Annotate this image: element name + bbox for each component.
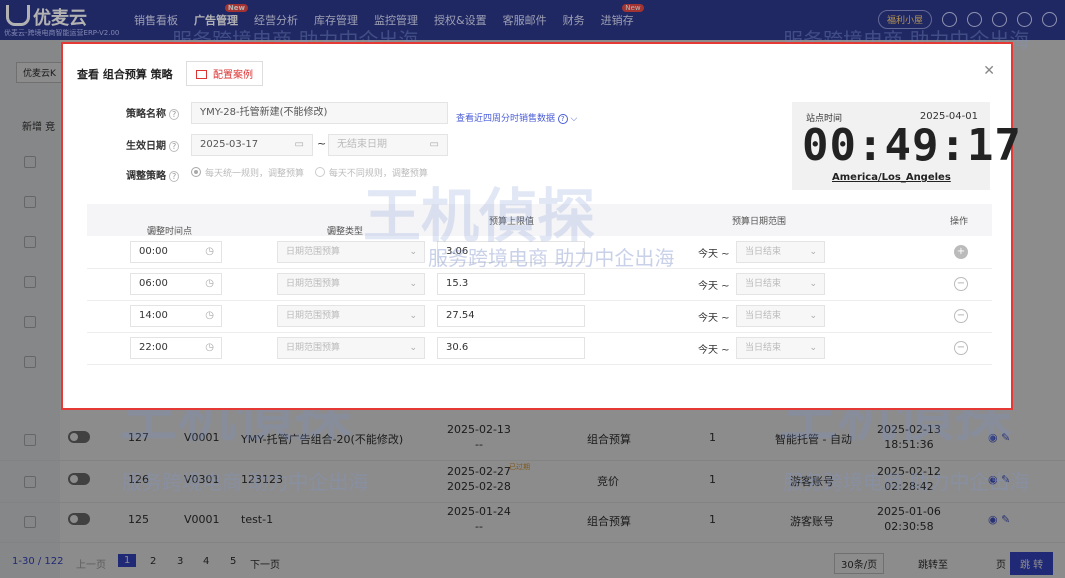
range-end-value: 当日结束 [745, 247, 782, 257]
remove-row-icon[interactable]: − [954, 277, 968, 291]
rule-label: 调整策略? [126, 167, 180, 182]
clock-icon: ◷ [205, 310, 214, 321]
help-icon[interactable]: ? [169, 171, 180, 182]
clock-icon: ◷ [205, 246, 214, 257]
time-value: 22:00 [139, 342, 168, 353]
remove-row-icon[interactable]: − [954, 341, 968, 355]
time-picker[interactable]: 06:00 ◷ [130, 273, 222, 295]
type-select[interactable]: 日期范围预算 ⌄ [277, 337, 425, 359]
range-start-text: 今天 [698, 345, 718, 356]
range-start: 今天 ~ [698, 281, 730, 292]
radio-checked-icon [191, 167, 201, 177]
sales-data-link[interactable]: 查看近四周分时销售数据 ? ⌵ [456, 111, 577, 124]
range-start: 今天 ~ [698, 313, 730, 324]
add-row-icon[interactable]: + [954, 245, 968, 259]
time-picker[interactable]: 00:00 ◷ [130, 241, 222, 263]
range-end-value: 当日结束 [745, 343, 782, 353]
config-case-button[interactable]: 配置案例 [186, 61, 263, 86]
rule-label-text: 调整策略 [126, 171, 166, 182]
type-select[interactable]: 日期范围预算 ⌄ [277, 273, 425, 295]
budget-input[interactable]: 27.54 [437, 305, 585, 327]
date-label: 生效日期? [126, 137, 180, 152]
sales-data-link-text: 查看近四周分时销售数据 [456, 114, 556, 124]
strategy-modal: 查看 组合预算 策略 配置案例 ✕ 策略名称? YMY-28-托管新建(不能修改… [61, 42, 1021, 410]
time-picker[interactable]: 14:00 ◷ [130, 305, 222, 327]
time-value: 06:00 [139, 278, 168, 289]
budget-input[interactable]: 15.3 [437, 273, 585, 295]
rule-option-uniform[interactable]: 每天统一规则，调整预算 [191, 167, 305, 179]
name-label: 策略名称? [126, 105, 180, 120]
header-action: 操作 [950, 217, 969, 227]
chevron-down-icon: ⌄ [809, 279, 817, 289]
rule-option-different[interactable]: 每天不同规则，调整预算 [314, 167, 428, 179]
type-value: 日期范围预算 [286, 279, 341, 289]
range-start-text: 今天 [698, 281, 718, 292]
chevron-down-icon: ⌄ [409, 247, 417, 257]
schedule-row: 22:00 ◷ 日期范围预算 ⌄ 30.6 今天 ~ 当日结束 ⌄ − [87, 332, 992, 365]
chevron-down-icon: ⌄ [409, 343, 417, 353]
help-icon[interactable]: ? [169, 109, 180, 120]
schedule-row: 06:00 ◷ 日期范围预算 ⌄ 15.3 今天 ~ 当日结束 ⌄ − [87, 268, 992, 301]
type-value: 日期范围预算 [286, 247, 341, 257]
rule-option-different-label: 每天不同规则，调整预算 [328, 169, 428, 179]
calendar-icon: ▭ [294, 139, 304, 150]
time-value: 14:00 [139, 310, 168, 321]
range-end-value: 当日结束 [745, 311, 782, 321]
range-end-select[interactable]: 当日结束 ⌄ [736, 241, 825, 263]
remove-row-icon[interactable]: − [954, 309, 968, 323]
modal-title: 查看 组合预算 策略 [77, 68, 173, 81]
chevron-down-icon: ⌄ [409, 311, 417, 321]
close-icon[interactable]: ✕ [983, 63, 995, 79]
range-end-select[interactable]: 当日结束 ⌄ [736, 305, 825, 327]
calendar-icon: ▭ [429, 139, 439, 150]
radio-icon [314, 167, 325, 177]
strategy-name-input[interactable]: YMY-28-托管新建(不能修改) [191, 102, 448, 124]
chevron-down-icon: ⌄ [809, 311, 817, 321]
type-select[interactable]: 日期范围预算 ⌄ [277, 241, 425, 263]
header-value: 预算上限值 [489, 217, 535, 227]
date-label-text: 生效日期 [126, 141, 166, 152]
clock-icon: ◷ [205, 278, 214, 289]
schedule-row: 00:00 ◷ 日期范围预算 ⌄ 3.06 今天 ~ 当日结束 ⌄ + [87, 236, 992, 269]
type-select[interactable]: 日期范围预算 ⌄ [277, 305, 425, 327]
range-start-text: 今天 [698, 313, 718, 324]
clock-time: 00:49:17 [802, 120, 1022, 171]
help-icon[interactable]: ? [169, 141, 180, 152]
clock-timezone: America/Los_Angeles [832, 172, 951, 183]
range-end-select[interactable]: 当日结束 ⌄ [736, 337, 825, 359]
start-date-value: 2025-03-17 [200, 139, 259, 150]
rule-option-uniform-label: 每天统一规则，调整预算 [205, 169, 305, 179]
schedule-table-header: 调整时间点 ⓘ 调整类型 ⓘ 预算上限值 预算日期范围 操作 [87, 204, 992, 237]
start-date-input[interactable]: 2025-03-17 ▭ [191, 134, 313, 156]
type-value: 日期范围预算 [286, 343, 341, 353]
budget-input[interactable]: 3.06 [437, 241, 585, 263]
rule-radio-group: 每天统一规则，调整预算 每天不同规则，调整预算 [191, 166, 428, 179]
budget-input[interactable]: 30.6 [437, 337, 585, 359]
range-start-text: 今天 [698, 249, 718, 260]
range-start: 今天 ~ [698, 249, 730, 260]
chevron-down-icon: ⌵ [570, 114, 578, 124]
chevron-down-icon: ⌄ [809, 247, 817, 257]
date-separator: ~ [317, 137, 327, 150]
name-label-text: 策略名称 [126, 109, 166, 120]
header-date-range: 预算日期范围 [732, 217, 787, 227]
chevron-down-icon: ⌄ [809, 343, 817, 353]
time-value: 00:00 [139, 246, 168, 257]
type-value: 日期范围预算 [286, 311, 341, 321]
range-end-select[interactable]: 当日结束 ⌄ [736, 273, 825, 295]
chevron-down-icon: ⌄ [409, 279, 417, 289]
config-case-label: 配置案例 [213, 70, 253, 81]
schedule-row: 14:00 ◷ 日期范围预算 ⌄ 27.54 今天 ~ 当日结束 ⌄ − [87, 300, 992, 333]
nav-dim [0, 0, 1065, 40]
help-icon[interactable]: ? [557, 114, 568, 124]
range-start: 今天 ~ [698, 345, 730, 356]
clock-icon: ◷ [205, 342, 214, 353]
image-icon [196, 70, 207, 79]
range-end-value: 当日结束 [745, 279, 782, 289]
site-clock: 站点时间 2025-04-01 00:49:17 America/Los_Ang… [792, 102, 1021, 190]
time-picker[interactable]: 22:00 ◷ [130, 337, 222, 359]
end-date-placeholder: 无结束日期 [337, 139, 387, 150]
end-date-input[interactable]: 无结束日期 ▭ [328, 134, 448, 156]
